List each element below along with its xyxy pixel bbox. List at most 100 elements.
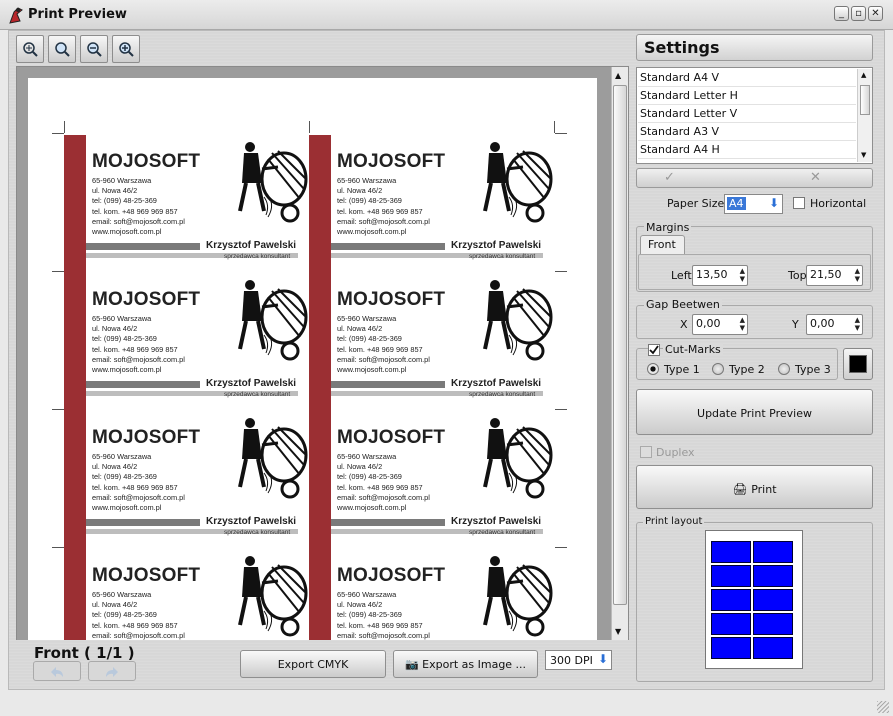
zoom-in-icon [119,42,134,57]
spinner-arrows-icon[interactable]: ▲ ▼ [855,316,860,332]
card-person-position: sprzedawca konsultant [224,529,291,536]
top-margin-spinner[interactable]: 21,50 ▲ ▼ [806,265,863,286]
title-bar [0,0,893,30]
print-label: Print [751,483,777,496]
scroll-down-icon[interactable]: ▼ [861,151,866,159]
redo-button[interactable] [88,661,136,681]
zoom-fit-button[interactable] [16,35,44,63]
minimize-button[interactable]: _ [834,6,849,21]
export-cmyk-button[interactable]: Export CMYK [240,650,386,678]
cut-mark [52,271,64,272]
card-bar [86,381,200,388]
paper-size-list[interactable]: Standard A4 V Standard Letter H Standard… [636,67,873,164]
settings-header: Settings [636,34,873,61]
horizontal-checkbox[interactable] [793,197,805,209]
confirm-button[interactable]: ✓ [664,170,675,185]
restore-button[interactable]: ▫ [851,6,866,21]
layout-cell [753,613,793,635]
preview-page: MOJOSOFT 65-960 Warszawa ul. Nowa 46/2 te… [28,78,597,640]
type3-radio[interactable] [778,363,790,375]
duplex-label: Duplex [656,446,695,459]
horizontal-label: Horizontal [810,197,867,210]
gap-y-value: 0,00 [810,317,835,330]
top-margin-value: 21,50 [810,268,842,281]
zoom-out-button[interactable] [80,35,108,63]
scroll-up-icon[interactable]: ▲ [615,71,621,80]
business-card: MOJOSOFT 65-960 Warszawa ul. Nowa 46/2 te… [309,135,554,273]
list-item[interactable]: Standard A4 V [638,69,856,87]
layout-cell [753,565,793,587]
tab-front[interactable]: Front [640,235,685,254]
zoom-in-button[interactable] [112,35,140,63]
scroll-thumb[interactable] [613,85,627,605]
card-company: MOJOSOFT [337,427,446,448]
dpi-select[interactable]: 300 DPI ⬇ [545,650,612,670]
spinner-arrows-icon[interactable]: ▲ ▼ [740,316,745,332]
spinner-arrows-icon[interactable]: ▲ ▼ [740,267,745,283]
list-scrollbar[interactable]: ▲ ▼ [857,69,872,162]
layout-page [705,530,803,669]
cutmark-color-button[interactable] [843,348,873,380]
list-item[interactable]: Standard Letter H [638,87,856,105]
resize-grip[interactable] [877,701,889,713]
cut-mark [52,133,64,134]
preview-background [17,67,28,640]
export-cmyk-label: Export CMYK [277,658,349,671]
card-company: MOJOSOFT [337,565,446,586]
cancel-button[interactable]: ✕ [810,170,821,185]
spinner-arrows-icon[interactable]: ▲ ▼ [855,267,860,283]
paper-size-select[interactable]: A4 ⬇ [724,194,783,214]
preview-background [597,67,611,640]
worker-illustration [483,142,553,223]
preview-scrollbar[interactable]: ▲ ▼ [611,67,628,640]
card-company: MOJOSOFT [92,427,201,448]
card-person-name: Krzysztof Pawelski [206,378,297,389]
minimize-icon: _ [839,8,844,19]
paper-size-value: A4 [727,197,746,210]
card-stripe [64,549,86,640]
gap-x-label: X [680,318,688,331]
cut-mark [555,409,567,410]
type1-radio[interactable] [647,363,659,375]
print-button[interactable]: 🖨 Print [636,465,873,509]
type1-label: Type 1 [664,363,700,376]
scroll-up-icon[interactable]: ▲ [861,71,866,79]
list-item[interactable]: Standard Letter V [638,105,856,123]
gap-y-spinner[interactable]: 0,00 ▲ ▼ [806,314,863,335]
close-button[interactable]: ✕ [868,6,883,21]
cut-mark [555,271,567,272]
list-item[interactable]: Standard A4 H [638,141,856,159]
card-company: MOJOSOFT [337,289,446,310]
cut-mark [64,121,65,133]
scroll-thumb[interactable] [860,85,870,115]
gap-x-spinner[interactable]: 0,00 ▲ ▼ [692,314,748,335]
worker-illustration [483,280,553,361]
card-address: 65-960 Warszawa ul. Nowa 46/2 tel: (099)… [92,176,185,237]
type2-radio[interactable] [712,363,724,375]
left-margin-value: 13,50 [696,268,728,281]
update-preview-button[interactable]: Update Print Preview [636,389,873,435]
duplex-checkbox[interactable] [640,446,652,458]
layout-cell [711,565,751,587]
layout-cell [753,637,793,659]
card-person-position: sprzedawca konsultant [469,253,536,260]
scroll-down-icon[interactable]: ▼ [615,627,621,636]
zoom-actual-button[interactable] [48,35,76,63]
zoom-fit-icon [23,42,38,57]
page-indicator: Front ( 1/1 ) [34,644,135,662]
cutmarks-checkbox[interactable] [648,344,660,356]
card-stripe [309,411,331,549]
window-title: Print Preview [28,7,127,22]
card-address: 65-960 Warszawa ul. Nowa 46/2 tel: (099)… [337,590,430,640]
list-item[interactable]: Standard A3 V [638,123,856,141]
export-image-button[interactable]: 📷 Export as Image ... [393,650,538,678]
left-margin-spinner[interactable]: 13,50 ▲ ▼ [692,265,748,286]
preview-background [17,67,611,78]
checkmark-icon [649,345,659,355]
card-person-name: Krzysztof Pawelski [451,240,542,251]
dpi-value: 300 DPI [550,654,593,667]
margins-title: Margins [644,221,692,234]
card-stripe [64,135,86,273]
undo-button[interactable] [33,661,81,681]
business-card: MOJOSOFT 65-960 Warszawa ul. Nowa 46/2 te… [309,549,554,640]
